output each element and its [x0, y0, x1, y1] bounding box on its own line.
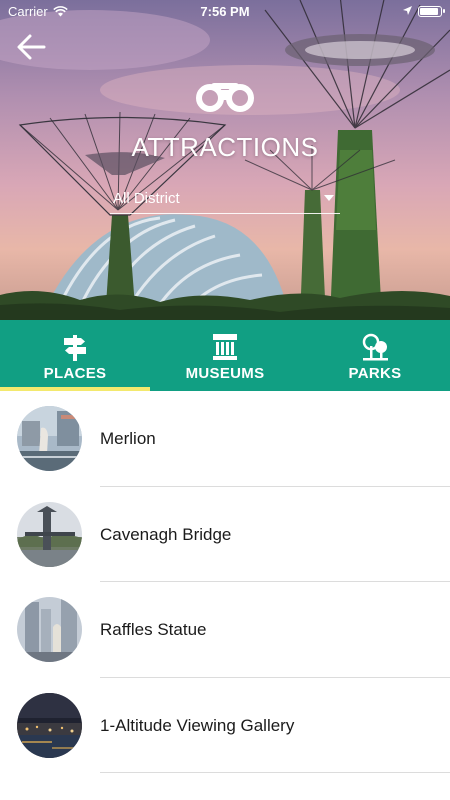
tab-parks[interactable]: PARKS — [300, 320, 450, 391]
place-name: Raffles Statue — [100, 620, 207, 639]
place-name: 1-Altitude Viewing Gallery — [100, 715, 295, 735]
chevron-down-icon — [324, 195, 334, 201]
list-item[interactable]: 1-Altitude Viewing Gallery — [0, 678, 450, 773]
list-item[interactable]: Raffles Statue — [0, 582, 450, 678]
tab-label: PARKS — [348, 365, 402, 382]
wifi-icon — [52, 5, 68, 16]
carrier-label: Carrier — [8, 3, 48, 19]
place-thumbnail — [17, 692, 82, 758]
battery-icon — [418, 5, 445, 17]
district-select-value: All District — [113, 190, 180, 207]
category-tabs: PLACES MUSEUMS PARKS — [0, 320, 450, 391]
list-item[interactable]: Merlion — [0, 391, 450, 487]
hero-banner: Carrier 7:56 PM ATTRACTIONS All District — [0, 0, 450, 320]
page-title: ATTRACTIONS — [131, 132, 319, 162]
tab-label: PLACES — [43, 365, 107, 382]
district-select[interactable]: All District — [110, 186, 340, 214]
status-time: 7:56 PM — [200, 3, 250, 19]
place-thumbnail — [17, 501, 82, 567]
trees-icon — [362, 333, 388, 361]
place-name: Cavenagh Bridge — [100, 524, 232, 544]
arrow-left-icon[interactable] — [14, 32, 48, 62]
museum-icon — [213, 334, 237, 360]
status-bar: Carrier 7:56 PM — [0, 0, 450, 22]
place-thumbnail — [17, 597, 82, 662]
place-name: Merlion — [100, 429, 156, 448]
tab-museums[interactable]: MUSEUMS — [150, 320, 300, 391]
tab-label: MUSEUMS — [185, 365, 265, 382]
places-list: Merlion Cavenagh Bridge Raffles Statue 1… — [0, 391, 450, 773]
list-item[interactable]: Cavenagh Bridge — [0, 487, 450, 582]
signpost-icon — [64, 335, 86, 361]
tab-places[interactable]: PLACES — [0, 320, 150, 391]
place-thumbnail — [17, 406, 82, 471]
binoculars-icon — [196, 83, 254, 112]
divider — [100, 772, 450, 773]
location-icon — [403, 6, 412, 15]
